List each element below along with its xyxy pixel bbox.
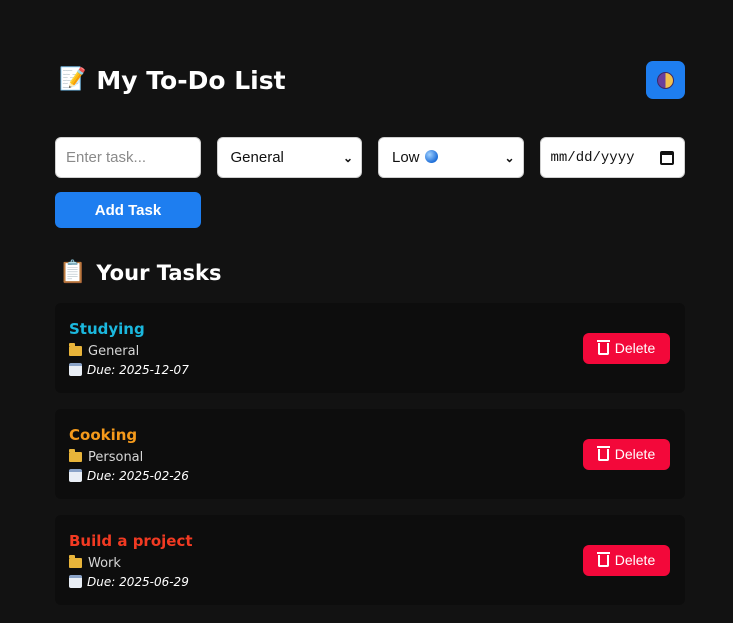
delete-button-label: Delete <box>614 340 656 356</box>
due-date-input[interactable]: mm/dd/yyyy <box>539 137 685 178</box>
task-due-label: Due: 2025-02-26 <box>87 468 189 483</box>
chevron-down-icon: ⌄ <box>504 150 515 165</box>
task-category-label: Personal <box>88 449 144 465</box>
trash-icon <box>596 340 610 355</box>
priority-select-value: Low <box>392 149 438 166</box>
tasks-section-title: 📋 Your Tasks <box>59 261 685 285</box>
task-list: Studying General Due: 2025-12-07 Delete … <box>55 303 685 605</box>
task-input-placeholder: Enter task... <box>66 149 147 166</box>
task-category-label: General <box>88 343 140 359</box>
task-info: Cooking Personal Due: 2025-02-26 <box>69 426 189 483</box>
task-category: Work <box>69 555 193 571</box>
trash-icon <box>596 446 610 461</box>
due-date-placeholder: mm/dd/yyyy <box>550 149 635 166</box>
priority-select[interactable]: Low ⌄ <box>378 137 524 178</box>
page-title-text: My To-Do List <box>96 65 286 95</box>
task-due-label: Due: 2025-06-29 <box>87 574 189 589</box>
task-due: Due: 2025-12-07 <box>69 363 189 377</box>
app-header: 📝 My To-Do List <box>55 60 685 100</box>
folder-icon <box>69 555 82 568</box>
folder-icon <box>69 449 82 462</box>
delete-button[interactable]: Delete <box>583 438 670 470</box>
calendar-icon <box>69 469 82 482</box>
delete-button-label: Delete <box>614 552 656 568</box>
calendar-icon <box>69 363 82 376</box>
delete-button[interactable]: Delete <box>583 332 670 364</box>
task-card: Cooking Personal Due: 2025-02-26 Delete <box>55 409 685 499</box>
calendar-picker-icon[interactable] <box>660 150 674 165</box>
delete-button-label: Delete <box>614 446 656 462</box>
task-info: Studying General Due: 2025-12-07 <box>69 320 189 377</box>
calendar-icon <box>69 575 82 588</box>
task-name: Studying <box>69 319 145 338</box>
category-select-value: General <box>230 149 284 166</box>
add-task-button[interactable]: Add Task <box>55 192 201 228</box>
task-due: Due: 2025-06-29 <box>69 575 193 589</box>
category-select[interactable]: General ⌄ <box>216 137 362 178</box>
add-task-form: Enter task... General ⌄ Low ⌄ mm/dd/yyyy <box>55 137 685 178</box>
blue-circle-icon <box>424 150 438 163</box>
task-category-label: Work <box>88 555 121 571</box>
theme-toggle-button[interactable] <box>646 61 685 99</box>
task-category: General <box>69 343 189 359</box>
trash-icon <box>596 552 610 567</box>
task-info: Build a project Work Due: 2025-06-29 <box>69 532 193 589</box>
task-due-label: Due: 2025-12-07 <box>87 362 189 377</box>
todo-app: 📝 My To-Do List Enter task... General ⌄ … <box>55 60 685 605</box>
chevron-down-icon: ⌄ <box>342 150 353 165</box>
clipboard-icon: 📋 <box>59 260 87 285</box>
memo-icon: 📝 <box>59 67 87 92</box>
tasks-section-title-text: Your Tasks <box>96 261 222 285</box>
task-input[interactable]: Enter task... <box>55 137 201 178</box>
task-category: Personal <box>69 449 189 465</box>
delete-button[interactable]: Delete <box>583 544 670 576</box>
task-name: Build a project <box>69 531 193 550</box>
folder-icon <box>69 343 82 356</box>
task-name: Cooking <box>69 425 138 444</box>
task-due: Due: 2025-02-26 <box>69 469 189 483</box>
task-card: Build a project Work Due: 2025-06-29 Del… <box>55 515 685 605</box>
half-moon-icon <box>657 71 674 89</box>
task-card: Studying General Due: 2025-12-07 Delete <box>55 303 685 393</box>
page-title: 📝 My To-Do List <box>59 66 286 95</box>
